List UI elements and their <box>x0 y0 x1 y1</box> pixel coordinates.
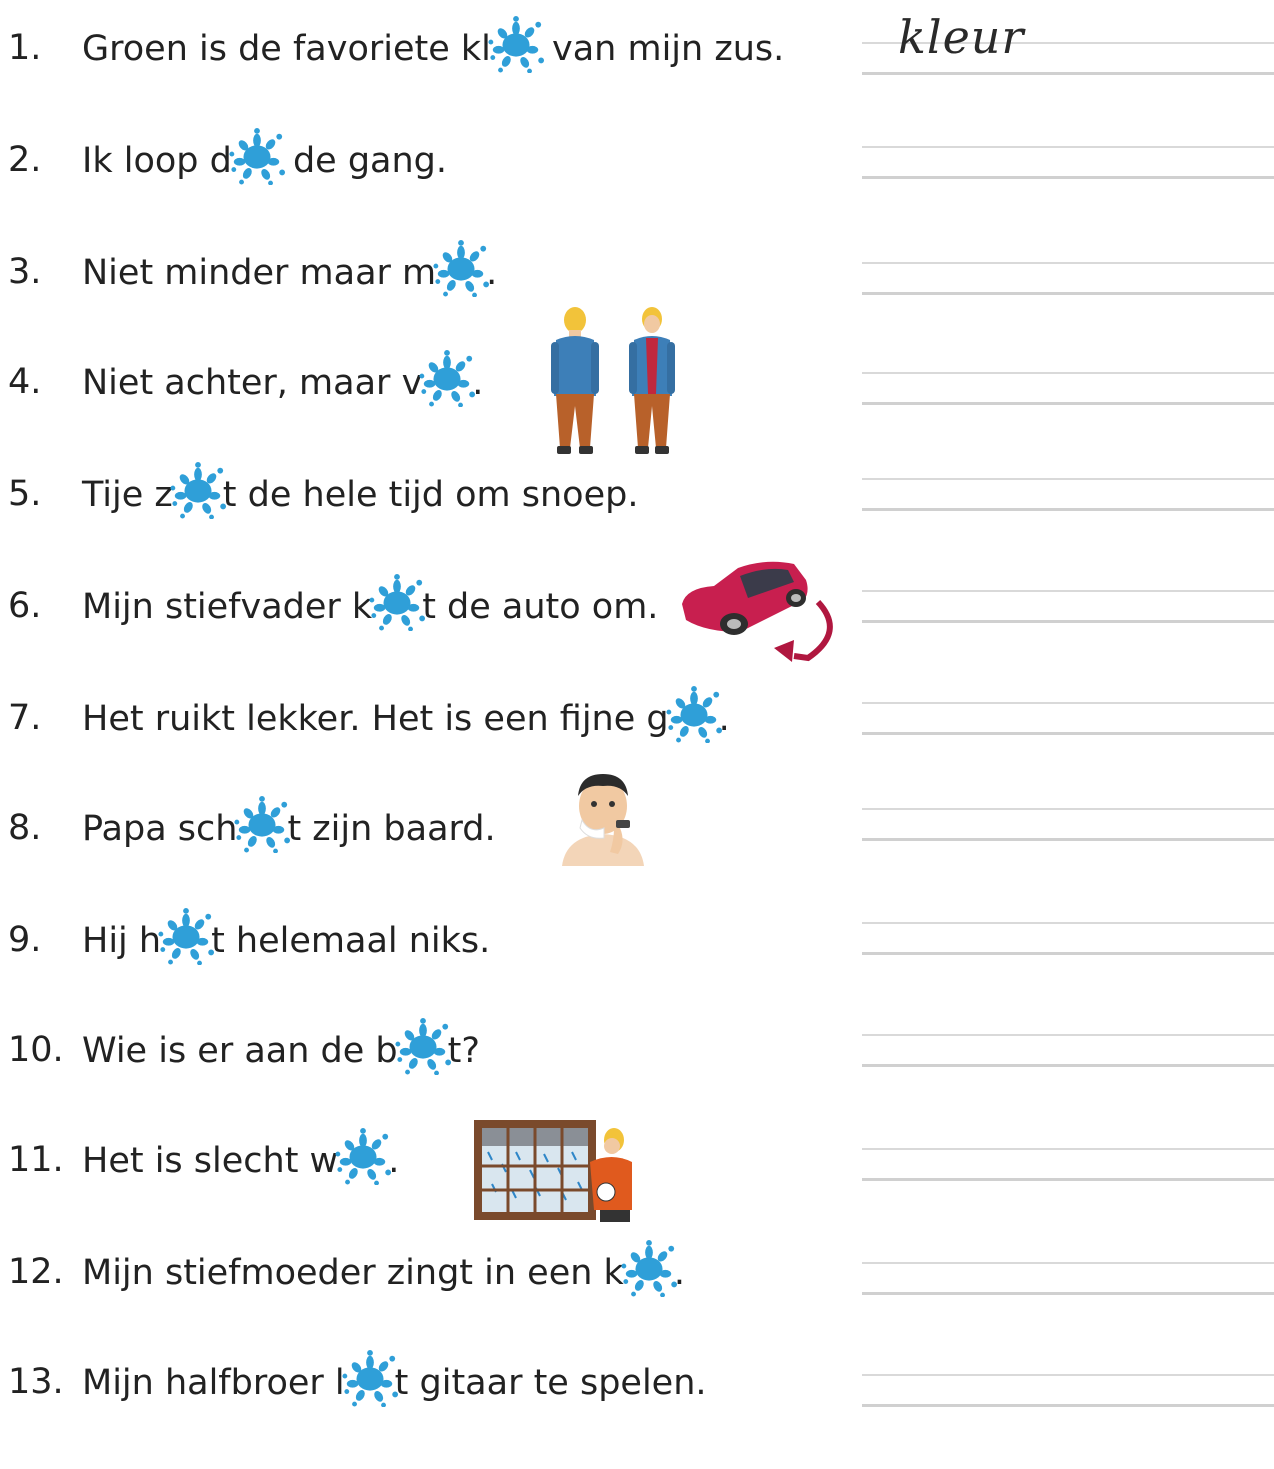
ink-splat-icon <box>394 1017 452 1075</box>
ink-splat-icon <box>169 461 227 519</box>
sentence-start: Het ruikt lekker. Het is een fijne g <box>82 699 669 739</box>
sentence: Niet minder maar m. <box>82 239 498 297</box>
sentence-start: Niet achter, maar v <box>82 363 423 403</box>
sentence-end: van mijn zus. <box>540 29 785 69</box>
answer-line[interactable] <box>862 700 1274 740</box>
answer-line[interactable] <box>862 806 1274 846</box>
exercise-row-9: 9. Hij h t helemaal niks. <box>0 907 1274 1027</box>
sentence: Wie is er aan de b t? <box>82 1017 480 1075</box>
sentence: Ik loop d de gang. <box>82 127 448 185</box>
sentence-end: . <box>718 699 730 739</box>
sentence: Het is slecht w. <box>82 1127 400 1185</box>
item-number: 9. <box>8 920 42 960</box>
item-number: 6. <box>8 586 42 626</box>
ink-splat-icon <box>368 573 426 631</box>
sentence-start: Wie is er aan de b <box>82 1031 398 1071</box>
sentence-end: t zijn baard. <box>287 809 496 849</box>
sentence-end: . <box>673 1253 685 1293</box>
ink-splat-icon <box>487 15 545 73</box>
sentence: Mijn stiefvader k t de auto om. <box>82 573 659 631</box>
answer-line[interactable] <box>862 1032 1274 1072</box>
sentence-end: . <box>486 253 498 293</box>
sentence-start: Mijn stiefvader k <box>82 587 373 627</box>
exercise-row-1: 1. Groen is de favoriete kl van mijn zus… <box>0 10 1274 135</box>
sentence: Mijn stiefmoeder zingt in een k. <box>82 1239 685 1297</box>
ink-splat-icon <box>341 1349 399 1407</box>
answer-line[interactable] <box>862 144 1274 184</box>
two-men-front-back-illustration <box>551 307 675 454</box>
item-number: 2. <box>8 140 42 180</box>
answer-line[interactable] <box>862 260 1274 300</box>
sentence-start: Groen is de favoriete kl <box>82 29 491 69</box>
sentence-start: Hij h <box>82 921 162 961</box>
ink-splat-icon <box>620 1239 678 1297</box>
exercise-row-2: 2. Ik loop d de gang. <box>0 127 1274 247</box>
answer-line[interactable] <box>862 476 1274 516</box>
sentence-end: t gitaar te spelen. <box>394 1363 707 1403</box>
red-car-turning-illustration <box>682 561 833 662</box>
sentence-end: t? <box>447 1031 480 1071</box>
ink-splat-icon <box>157 907 215 965</box>
answer-line[interactable] <box>862 1260 1274 1300</box>
sentence-start: Tije z <box>82 475 173 515</box>
item-number: 10. <box>8 1030 64 1070</box>
sentence-end: t de auto om. <box>422 587 659 627</box>
sentence-end: de gang. <box>281 141 448 181</box>
item-number: 5. <box>8 474 42 514</box>
sentence-end: . <box>388 1141 400 1181</box>
ink-splat-icon <box>228 127 286 185</box>
sentence: Mijn halfbroer l t gitaar te spelen. <box>82 1349 707 1407</box>
exercise-row-10: 10. Wie is er aan de b t? <box>0 1017 1274 1137</box>
sentence-end: t de hele tijd om snoep. <box>222 475 639 515</box>
answer-line[interactable] <box>862 370 1274 410</box>
written-answer: kleur <box>898 10 1025 64</box>
exercise-row-6: 6. Mijn stiefvader k t de auto om. <box>0 573 1274 693</box>
sentence: Het ruikt lekker. Het is een fijne g. <box>82 685 730 743</box>
item-number: 7. <box>8 698 42 738</box>
answer-line[interactable] <box>862 1146 1274 1186</box>
item-number: 3. <box>8 252 42 292</box>
sentence-end: . <box>472 363 484 403</box>
ink-splat-icon <box>334 1127 392 1185</box>
answer-line[interactable] <box>862 588 1274 628</box>
item-number: 1. <box>8 28 42 68</box>
exercise-row-13: 13. Mijn halfbroer l t gitaar te spelen. <box>0 1349 1274 1469</box>
ink-splat-icon <box>233 795 291 853</box>
sentence-start: Het is slecht w <box>82 1141 339 1181</box>
item-number: 13. <box>8 1362 64 1402</box>
exercise-row-5: 5. Tije z t de hele tijd om snoep. <box>0 461 1274 581</box>
sentence-start: Papa sch <box>82 809 238 849</box>
man-at-rainy-window-illustration <box>474 1120 632 1222</box>
ink-splat-icon <box>665 685 723 743</box>
sentence: Hij h t helemaal niks. <box>82 907 491 965</box>
sentence-start: Mijn stiefmoeder zingt in een k <box>82 1253 624 1293</box>
ink-splat-icon <box>432 239 490 297</box>
item-number: 11. <box>8 1140 64 1180</box>
sentence-start: Niet minder maar m <box>82 253 437 293</box>
sentence: Niet achter, maar v. <box>82 349 484 407</box>
exercise-row-12: 12. Mijn stiefmoeder zingt in een k. <box>0 1239 1274 1359</box>
sentence-end: t helemaal niks. <box>211 921 491 961</box>
item-number: 12. <box>8 1252 64 1292</box>
sentence-start: Ik loop d <box>82 141 232 181</box>
sentence: Papa sch t zijn baard. <box>82 795 496 853</box>
item-number: 8. <box>8 808 42 848</box>
item-number: 4. <box>8 362 42 402</box>
sentence-start: Mijn halfbroer l <box>82 1363 345 1403</box>
exercise-row-11: 11. Het is slecht w. <box>0 1127 1274 1247</box>
ink-splat-icon <box>418 349 476 407</box>
sentence: Groen is de favoriete kl van mijn zus. <box>82 15 785 73</box>
answer-line[interactable] <box>862 1372 1274 1412</box>
sentence: Tije z t de hele tijd om snoep. <box>82 461 639 519</box>
man-shaving-illustration <box>562 774 644 866</box>
answer-line[interactable] <box>862 920 1274 960</box>
